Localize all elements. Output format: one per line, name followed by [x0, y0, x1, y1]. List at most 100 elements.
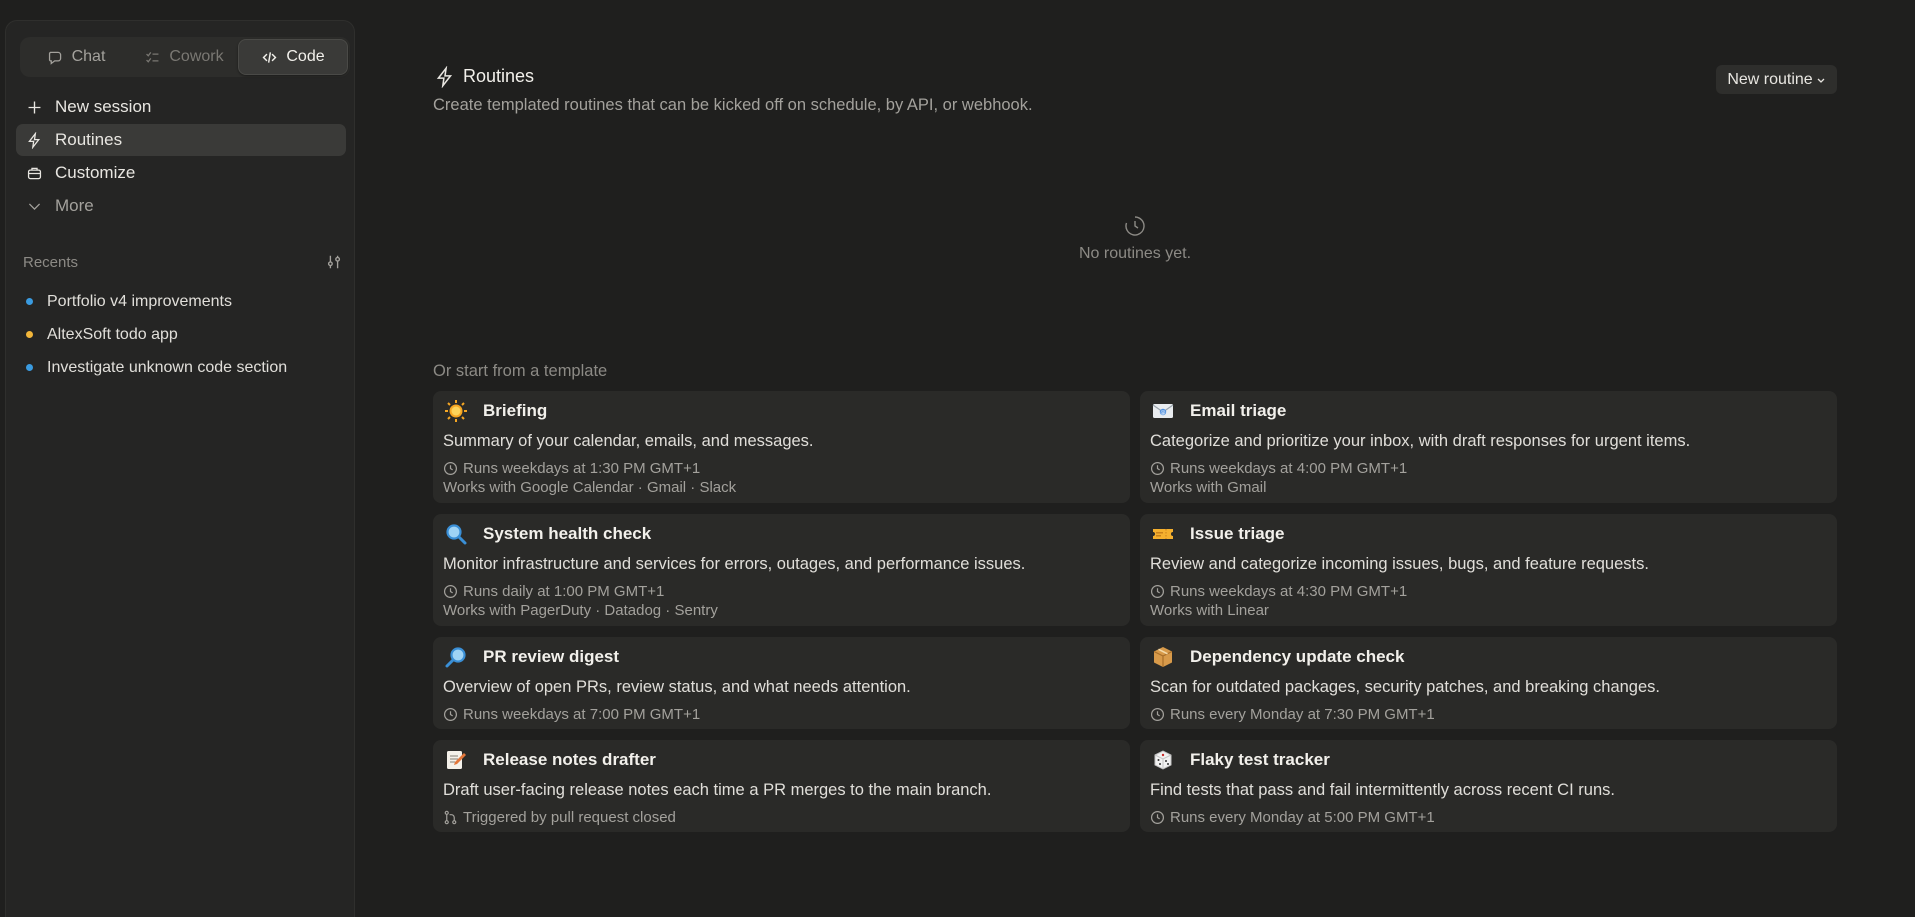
card-schedule: Runs every Monday at 5:00 PM GMT+1: [1150, 808, 1827, 826]
new-routine-label: New routine: [1727, 70, 1813, 88]
card-title: Flaky test tracker: [1190, 750, 1330, 769]
nav-new-session[interactable]: New session: [16, 91, 346, 123]
magnifier-right-icon: [443, 644, 469, 670]
recent-item[interactable]: Portfolio v4 improvements: [26, 285, 346, 318]
nav-more-label: More: [55, 196, 94, 215]
nav-more[interactable]: More: [16, 190, 346, 222]
page-subtitle: Create templated routines that can be ki…: [433, 96, 1033, 114]
schedule-text: Runs weekdays at 1:30 PM GMT+1: [463, 459, 701, 477]
template-card-pr-review-digest[interactable]: PR review digest Overview of open PRs, re…: [433, 637, 1130, 729]
nav-customize[interactable]: Customize: [16, 157, 346, 189]
card-header: PR review digest: [443, 645, 1120, 669]
schedule-text: Runs weekdays at 4:30 PM GMT+1: [1170, 582, 1408, 600]
tab-code-label: Code: [286, 48, 325, 65]
nav-customize-label: Customize: [55, 163, 136, 182]
card-description: Draft user-facing release notes each tim…: [443, 781, 992, 799]
clock-icon: [1150, 810, 1165, 825]
sidebar-nav: New session Routines Customize More: [16, 91, 346, 223]
tab-cowork[interactable]: Cowork: [130, 39, 238, 75]
status-dot: [26, 298, 33, 305]
card-description: Categorize and prioritize your inbox, wi…: [1150, 432, 1691, 450]
sun-icon: [443, 398, 469, 424]
schedule-text: Triggered by pull request closed: [463, 808, 676, 826]
card-header: Flaky test tracker: [1150, 748, 1827, 772]
template-card-flaky-test-tracker[interactable]: Flaky test tracker Find tests that pass a…: [1140, 740, 1837, 832]
sidebar: Chat Cowork Code New session Routines Cu…: [5, 20, 355, 917]
clock-icon: [1150, 461, 1165, 476]
card-schedule: Runs every Monday at 7:30 PM GMT+1: [1150, 705, 1827, 723]
card-title: Email triage: [1190, 401, 1287, 420]
template-card-email-triage[interactable]: @ Email triage Categorize and prioritize y…: [1140, 391, 1837, 503]
recents-label: Recents: [23, 253, 79, 271]
schedule-text: Runs every Monday at 7:30 PM GMT+1: [1170, 705, 1435, 723]
tab-cowork-label: Cowork: [169, 48, 224, 65]
clock-icon: [443, 584, 458, 599]
template-card-system-health-check[interactable]: System health check Monitor infrastructur…: [433, 514, 1130, 626]
lightning-icon: [436, 66, 453, 88]
recent-item-label: AltexSoft todo app: [47, 325, 178, 343]
tab-code[interactable]: Code: [238, 39, 348, 75]
tab-chat[interactable]: Chat: [22, 39, 130, 75]
template-card-release-notes-drafter[interactable]: Release notes drafter Draft user-facing r…: [433, 740, 1130, 832]
card-title: Dependency update check: [1190, 647, 1405, 666]
card-integrations: Works with Google Calendar · Gmail · Sla…: [443, 479, 737, 496]
template-card-issue-triage[interactable]: Issue triage Review and categorize incomi…: [1140, 514, 1837, 626]
clock-icon: [1150, 707, 1165, 722]
nav-routines[interactable]: Routines: [16, 124, 346, 156]
memo-icon: [443, 747, 469, 773]
schedule-text: Runs weekdays at 7:00 PM GMT+1: [463, 705, 701, 723]
schedule-text: Runs weekdays at 4:00 PM GMT+1: [1170, 459, 1408, 477]
lightning-icon: [28, 131, 41, 149]
recents-list: Portfolio v4 improvements AltexSoft todo…: [26, 285, 346, 384]
package-icon: [1150, 644, 1176, 670]
dice-icon: [1150, 747, 1176, 773]
card-schedule: Triggered by pull request closed: [443, 808, 1120, 826]
card-title: Issue triage: [1190, 524, 1285, 543]
status-dot: [26, 331, 33, 338]
tab-chat-label: Chat: [71, 48, 106, 65]
card-title: System health check: [483, 524, 652, 543]
card-description: Review and categorize incoming issues, b…: [1150, 555, 1649, 573]
template-grid: Briefing Summary of your calendar, emails…: [433, 391, 1837, 843]
recent-item-label: Investigate unknown code section: [47, 358, 288, 376]
card-title: PR review digest: [483, 647, 620, 666]
nav-routines-label: Routines: [55, 130, 123, 149]
git-branch-icon: [443, 810, 458, 825]
template-card-dependency-update-check[interactable]: Dependency update check Scan for outdated…: [1140, 637, 1837, 729]
clock-icon: [1125, 216, 1145, 236]
empty-state-text: No routines yet.: [1078, 245, 1192, 262]
chevron-down-icon: [1817, 78, 1825, 83]
briefcase-icon: [27, 167, 42, 179]
recent-item[interactable]: Investigate unknown code section: [26, 351, 346, 384]
ticket-icon: [1150, 521, 1176, 547]
card-schedule: Runs weekdays at 1:30 PM GMT+1: [443, 459, 1120, 477]
card-integrations: Works with Gmail: [1150, 479, 1267, 496]
card-schedule: Runs daily at 1:00 PM GMT+1: [443, 582, 1120, 600]
card-description: Overview of open PRs, review status, and…: [443, 678, 911, 696]
card-header: Briefing: [443, 399, 1120, 423]
template-section-label: Or start from a template: [433, 362, 608, 380]
template-card-briefing[interactable]: Briefing Summary of your calendar, emails…: [433, 391, 1130, 503]
recent-item-label: Portfolio v4 improvements: [47, 292, 232, 310]
card-header: @ Email triage: [1150, 399, 1827, 423]
clock-icon: [443, 461, 458, 476]
nav-new-session-label: New session: [55, 97, 152, 116]
card-title: Briefing: [483, 401, 548, 420]
card-title: Release notes drafter: [483, 750, 656, 769]
clock-icon: [443, 707, 458, 722]
magnifier-icon: [443, 521, 469, 547]
plus-icon: [28, 101, 41, 113]
card-header: Release notes drafter: [443, 748, 1120, 772]
card-description: Find tests that pass and fail intermitte…: [1150, 781, 1615, 799]
schedule-text: Runs every Monday at 5:00 PM GMT+1: [1170, 808, 1435, 826]
card-description: Summary of your calendar, emails, and me…: [443, 432, 814, 450]
card-header: Issue triage: [1150, 522, 1827, 546]
recent-item[interactable]: AltexSoft todo app: [26, 318, 346, 351]
email-icon: @: [1150, 398, 1176, 424]
new-routine-button[interactable]: New routine: [1716, 65, 1837, 94]
card-header: System health check: [443, 522, 1120, 546]
filter-icon[interactable]: [325, 253, 343, 271]
recents-header: Recents: [23, 253, 343, 271]
chevron-down-icon: [28, 202, 41, 210]
mode-switch: Chat Cowork Code: [20, 37, 350, 77]
